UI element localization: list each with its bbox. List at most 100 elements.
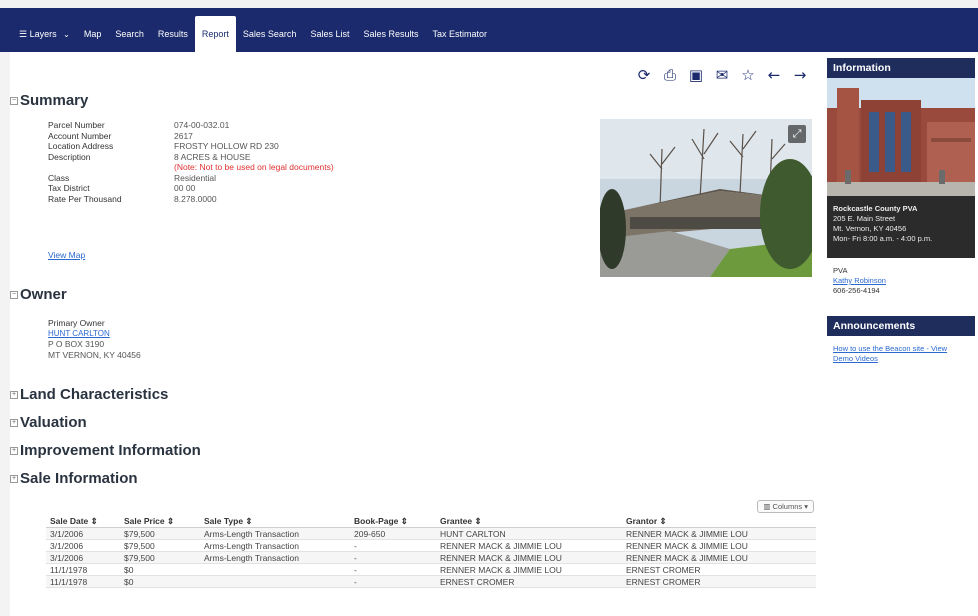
cell: RENNER MACK & JIMMIE LOU bbox=[440, 553, 562, 563]
share-icon[interactable]: ⟳ bbox=[636, 66, 652, 84]
cell: 3/1/2006 bbox=[50, 541, 84, 551]
tax-district-label: Tax District bbox=[48, 183, 90, 193]
view-map-link[interactable]: View Map bbox=[48, 250, 85, 260]
star-icon[interactable]: ☆ bbox=[740, 66, 756, 84]
cell: $79,500 bbox=[124, 553, 155, 563]
col-grantor[interactable]: Grantor ⇕ bbox=[626, 514, 816, 527]
announcements-header: Announcements bbox=[827, 316, 975, 336]
announcement-link[interactable]: How to use the Beacon site - View Demo V… bbox=[833, 344, 969, 364]
announcements-body: How to use the Beacon site - View Demo V… bbox=[827, 336, 975, 364]
summary-heading[interactable]: − Summary bbox=[10, 92, 88, 109]
image-icon[interactable]: ▣ bbox=[688, 66, 704, 84]
owner-title: Owner bbox=[20, 286, 67, 303]
table-header: Sale Date ⇕ Sale Price ⇕ Sale Type ⇕ Boo… bbox=[46, 514, 816, 528]
cell: RENNER MACK & JIMMIE LOU bbox=[626, 529, 748, 539]
cell: 11/1/1978 bbox=[50, 565, 88, 575]
collapse-icon[interactable]: − bbox=[10, 290, 18, 299]
nav-sales-list[interactable]: Sales List bbox=[303, 16, 356, 52]
layers-icon: ☰ bbox=[19, 29, 28, 39]
primary-owner-label: Primary Owner bbox=[48, 318, 105, 328]
table-row: 3/1/2006 $79,500 Arms-Length Transaction… bbox=[46, 552, 816, 564]
information-header: Information bbox=[827, 58, 975, 78]
expand-section-icon[interactable]: + bbox=[10, 390, 18, 399]
email-icon[interactable]: ✉ bbox=[714, 66, 730, 84]
cell: Arms-Length Transaction bbox=[204, 553, 299, 563]
class-label: Class bbox=[48, 172, 70, 183]
nav-sales-results[interactable]: Sales Results bbox=[356, 16, 425, 52]
back-arrow-icon[interactable]: ← bbox=[766, 66, 782, 84]
cell: RENNER MACK & JIMMIE LOU bbox=[440, 541, 562, 551]
improvement-heading[interactable]: + Improvement Information bbox=[10, 442, 201, 459]
print-icon[interactable]: ⎙ bbox=[662, 66, 678, 84]
summary-fields: Parcel Number 074-00-032.01 Account Numb… bbox=[48, 120, 448, 230]
cell: ERNEST CROMER bbox=[626, 577, 701, 587]
collapse-icon[interactable]: − bbox=[10, 96, 18, 105]
cell: ERNEST CROMER bbox=[626, 565, 701, 575]
land-heading[interactable]: + Land Characteristics bbox=[10, 386, 168, 403]
expand-section-icon[interactable]: + bbox=[10, 418, 18, 427]
nav-report[interactable]: Report bbox=[194, 16, 236, 52]
owner-name-link[interactable]: HUNT CARLTON bbox=[48, 329, 168, 340]
col-sale-price[interactable]: Sale Price ⇕ bbox=[124, 514, 204, 527]
cell: Arms-Length Transaction bbox=[204, 529, 299, 539]
top-nav: ☰ Layers ⌄ Map Search Results Report Sal… bbox=[0, 8, 978, 52]
legal-note: (Note: Not to be used on legal documents… bbox=[174, 162, 334, 172]
cell: HUNT CARLTON bbox=[440, 529, 506, 539]
description-value: 8 ACRES & HOUSE bbox=[174, 151, 251, 162]
forward-arrow-icon[interactable]: → bbox=[792, 66, 808, 84]
rate-value: 8.278.0000 bbox=[174, 193, 217, 204]
col-grantee[interactable]: Grantee ⇕ bbox=[440, 514, 626, 527]
table-row: 11/1/1978 $0 - RENNER MACK & JIMMIE LOU … bbox=[46, 564, 816, 576]
valuation-title: Valuation bbox=[20, 414, 87, 431]
description-label: Description bbox=[48, 151, 91, 162]
sale-heading[interactable]: + Sale Information bbox=[10, 470, 138, 487]
property-photo-image bbox=[600, 119, 812, 277]
cell bbox=[204, 564, 354, 575]
top-strip bbox=[0, 0, 978, 8]
property-photo[interactable]: ⤢ bbox=[600, 119, 812, 277]
cell: - bbox=[354, 553, 357, 563]
table-row: 11/1/1978 $0 - ERNEST CROMER ERNEST CROM… bbox=[46, 576, 816, 588]
chevron-down-icon: ⌄ bbox=[63, 30, 70, 39]
location-label: Location Address bbox=[48, 141, 114, 151]
expand-section-icon[interactable]: + bbox=[10, 446, 18, 455]
cell: ERNEST CROMER bbox=[440, 577, 515, 587]
pva-name-link[interactable]: Kathy Robinson bbox=[833, 276, 969, 286]
collapse-icon[interactable]: + bbox=[10, 474, 18, 483]
class-value: Residential bbox=[174, 172, 217, 183]
pva-contact: PVA Kathy Robinson 606-256-4194 bbox=[827, 258, 975, 296]
cell: - bbox=[354, 577, 357, 587]
office-street: 205 E. Main Street bbox=[833, 214, 896, 223]
col-book-page[interactable]: Book-Page ⇕ bbox=[354, 514, 440, 527]
pva-phone: 606-256-4194 bbox=[833, 286, 880, 295]
nav-tax-estimator[interactable]: Tax Estimator bbox=[426, 16, 495, 52]
cell: RENNER MACK & JIMMIE LOU bbox=[626, 541, 748, 551]
summary-title: Summary bbox=[20, 92, 89, 109]
sale-title: Sale Information bbox=[20, 470, 138, 487]
office-name: Rockcastle County PVA bbox=[833, 204, 918, 213]
col-sale-type[interactable]: Sale Type ⇕ bbox=[204, 514, 354, 527]
nav-layers[interactable]: ☰ Layers ⌄ bbox=[12, 16, 77, 52]
nav-sales-search[interactable]: Sales Search bbox=[236, 16, 304, 52]
nav-search[interactable]: Search bbox=[108, 16, 151, 52]
valuation-heading[interactable]: + Valuation bbox=[10, 414, 87, 431]
office-city: Mt. Vernon, KY 40456 bbox=[833, 224, 907, 233]
owner-address-1: P O BOX 3190 bbox=[48, 339, 105, 349]
cell: RENNER MACK & JIMMIE LOU bbox=[626, 553, 748, 563]
cell: Arms-Length Transaction bbox=[204, 541, 299, 551]
col-sale-date[interactable]: Sale Date ⇕ bbox=[46, 514, 124, 527]
cell: - bbox=[354, 541, 357, 551]
cell: $79,500 bbox=[124, 529, 155, 539]
owner-heading[interactable]: − Owner bbox=[10, 286, 67, 303]
land-title: Land Characteristics bbox=[20, 386, 169, 403]
nav-map[interactable]: Map bbox=[77, 16, 109, 52]
expand-icon[interactable]: ⤢ bbox=[788, 125, 806, 143]
parcel-value: 074-00-032.01 bbox=[174, 120, 230, 130]
cell: $0 bbox=[124, 565, 134, 575]
columns-button[interactable]: ▥ Columns ▾ bbox=[757, 500, 814, 513]
cell: 3/1/2006 bbox=[50, 529, 84, 539]
building-image bbox=[827, 78, 975, 196]
table-body: 3/1/2006 $79,500 Arms-Length Transaction… bbox=[46, 528, 816, 588]
nav-results[interactable]: Results bbox=[151, 16, 195, 52]
cell bbox=[204, 576, 354, 587]
